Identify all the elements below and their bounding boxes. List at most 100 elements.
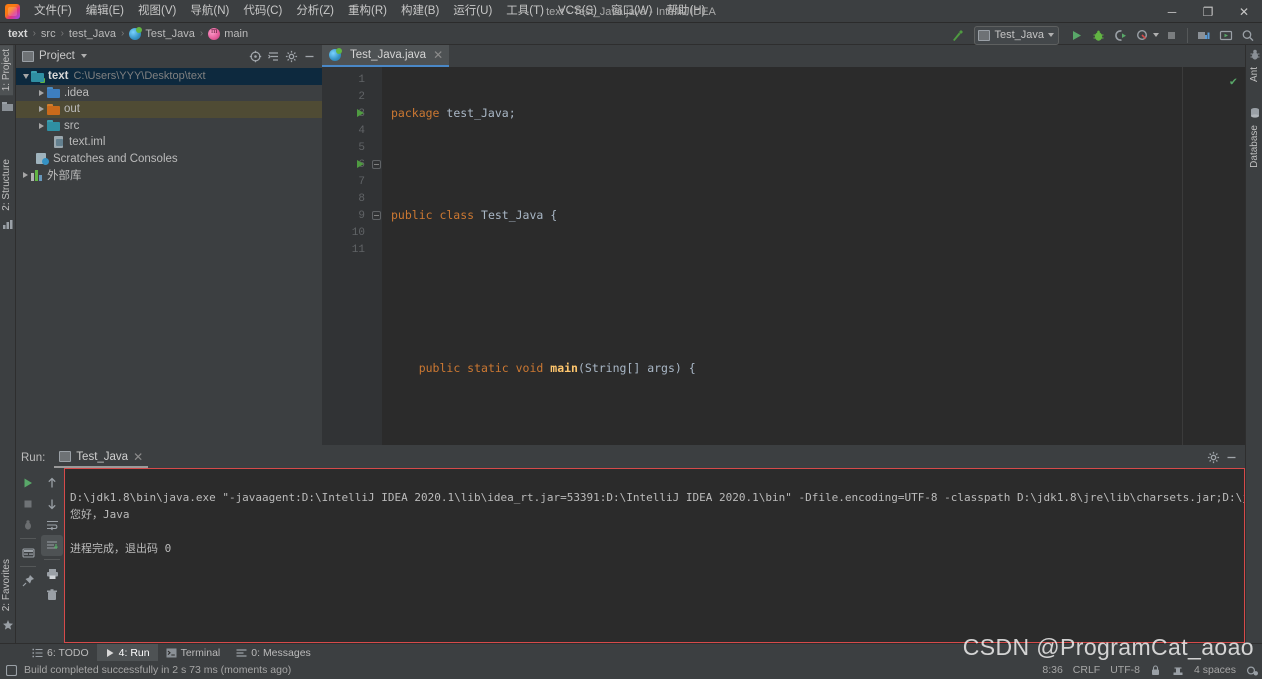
tree-node-scratches[interactable]: Scratches and Consoles	[16, 151, 322, 168]
line-separator[interactable]: CRLF	[1073, 664, 1100, 676]
menu-tools[interactable]: 工具(T)	[499, 1, 551, 22]
stop-button[interactable]	[17, 493, 39, 514]
breadcrumb-test-java-class[interactable]: Test_Java	[129, 26, 195, 40]
down-stack-trace-button[interactable]	[41, 493, 63, 514]
star-icon[interactable]	[0, 619, 16, 631]
gear-icon[interactable]	[282, 47, 300, 65]
sidebar-tab-project[interactable]: 1: Project	[0, 45, 13, 96]
menu-build[interactable]: 构建(B)	[394, 1, 446, 22]
hide-panel-button[interactable]	[300, 47, 318, 65]
rerun-button[interactable]	[17, 472, 39, 493]
run-settings-gear-icon[interactable]	[1204, 449, 1222, 467]
menu-window[interactable]: 窗口(W)	[604, 1, 660, 22]
print-button[interactable]	[41, 563, 63, 584]
file-encoding[interactable]: UTF-8	[1110, 664, 1140, 676]
editor-tab-test-java[interactable]: Test_Java.java ✕	[322, 45, 450, 67]
terminal-icon	[166, 648, 177, 658]
fold-region-end[interactable]	[371, 207, 382, 224]
bottom-tab-terminal[interactable]: Terminal	[158, 644, 229, 662]
code-editor[interactable]: 1 2 3 4 5 6 7 8 9 10 11 package test_Jav…	[322, 67, 1245, 579]
structure-icon[interactable]	[0, 219, 16, 230]
menu-view[interactable]: 视图(V)	[131, 1, 183, 22]
sidebar-tab-favorites[interactable]: 2: Favorites	[0, 555, 13, 615]
expand-arrow-right-icon[interactable]	[36, 122, 47, 129]
menu-navigate[interactable]: 导航(N)	[183, 1, 236, 22]
up-stack-trace-button[interactable]	[41, 472, 63, 493]
project-structure-button[interactable]	[1194, 25, 1214, 45]
console-horizontal-scrollbar[interactable]	[70, 631, 1220, 638]
expand-arrow-down-icon[interactable]	[20, 73, 31, 79]
rerun-failed-tests-button[interactable]	[17, 514, 39, 535]
pin-tab-button[interactable]	[17, 570, 39, 591]
menu-vcs[interactable]: VCS(S)	[551, 1, 604, 22]
right-tab-database[interactable]: Database	[1248, 121, 1261, 172]
close-icon[interactable]: ✕	[433, 48, 443, 62]
right-tab-ant[interactable]: Ant	[1248, 63, 1261, 86]
menu-analyze[interactable]: 分析(Z)	[289, 1, 341, 22]
trash-icon[interactable]	[41, 584, 63, 605]
expand-arrow-right-icon[interactable]	[36, 89, 47, 96]
caret-position[interactable]: 8:36	[1042, 664, 1062, 676]
build-project-button[interactable]	[947, 25, 967, 45]
soft-wrap-button[interactable]	[41, 514, 63, 535]
sidebar-tab-structure[interactable]: 2: Structure	[0, 155, 13, 215]
hide-run-window-button[interactable]	[1222, 449, 1240, 467]
fold-region-start[interactable]	[371, 156, 382, 173]
sidebar-module-icon[interactable]	[0, 101, 16, 112]
console-output[interactable]: D:\jdk1.8\bin\java.exe "-javaagent:D:\In…	[64, 468, 1245, 643]
presentation-mode-button[interactable]	[1216, 25, 1236, 45]
maximize-button[interactable]: ❐	[1190, 0, 1226, 23]
editor-gutter[interactable]: 1 2 3 4 5 6 7 8 9 10 11	[322, 67, 371, 445]
inspection-status-ok-icon[interactable]: ✔	[1230, 73, 1237, 90]
menu-code[interactable]: 代码(C)	[236, 1, 289, 22]
breadcrumb-test-java-package[interactable]: test_Java	[69, 28, 116, 40]
debug-button[interactable]	[1088, 25, 1108, 45]
indent-setting[interactable]: 4 spaces	[1194, 664, 1236, 676]
chevron-down-icon[interactable]	[80, 54, 87, 58]
search-everywhere-button[interactable]	[1238, 25, 1258, 45]
close-icon[interactable]: ✕	[133, 450, 143, 464]
close-button[interactable]: ✕	[1226, 0, 1262, 23]
tree-node-out[interactable]: out	[16, 101, 322, 118]
project-tree[interactable]: text C:\Users\YYY\Desktop\text .idea out…	[16, 67, 322, 445]
run-button[interactable]	[1066, 25, 1086, 45]
bottom-tab-run[interactable]: 4: Run	[96, 643, 158, 662]
database-status-icon[interactable]	[1172, 665, 1184, 676]
collapse-all-button[interactable]	[264, 47, 282, 65]
menu-refactor[interactable]: 重构(R)	[341, 1, 394, 22]
run-with-coverage-button[interactable]	[1110, 25, 1130, 45]
breadcrumb-main-method[interactable]: main	[208, 26, 248, 40]
expand-arrow-right-icon[interactable]	[36, 106, 47, 113]
profiler-button[interactable]	[1132, 25, 1152, 45]
event-log-icon[interactable]	[1246, 665, 1258, 676]
menu-file[interactable]: 文件(F)	[27, 1, 79, 22]
tree-node-text-iml[interactable]: text.iml	[16, 134, 322, 151]
menu-edit[interactable]: 编辑(E)	[79, 1, 131, 22]
breadcrumb-text[interactable]: text	[8, 28, 28, 40]
select-opened-file-button[interactable]	[246, 47, 264, 65]
lock-icon[interactable]	[1150, 664, 1162, 676]
stop-button[interactable]	[1161, 25, 1181, 45]
bottom-tab-messages[interactable]: 0: Messages	[228, 644, 319, 662]
run-class-gutter-icon[interactable]	[357, 109, 364, 117]
menu-run[interactable]: 运行(U)	[446, 1, 499, 22]
run-config-icon	[59, 451, 72, 462]
minimize-button[interactable]: ─	[1154, 0, 1190, 23]
console-output-line: 您好，Java	[70, 508, 130, 521]
run-method-gutter-icon[interactable]	[357, 160, 364, 168]
editor-fold-column[interactable]	[371, 67, 382, 445]
toggle-console-button[interactable]	[17, 542, 39, 563]
profiler-chevron-down-icon[interactable]	[1153, 33, 1159, 37]
menu-help[interactable]: 帮助(H)	[659, 1, 712, 22]
run-configuration-selector[interactable]: Test_Java	[974, 25, 1059, 45]
run-tab-test-java[interactable]: Test_Java ✕	[54, 447, 149, 468]
breadcrumb-src[interactable]: src	[41, 28, 56, 40]
tree-node-external-libraries[interactable]: 外部库	[16, 167, 322, 184]
code-text-area[interactable]: package test_Java; public class Test_Jav…	[382, 67, 1245, 579]
bottom-tab-todo[interactable]: 6: TODO	[24, 644, 97, 662]
tree-node-text[interactable]: text C:\Users\YYY\Desktop\text	[16, 68, 322, 85]
expand-arrow-right-icon[interactable]	[20, 172, 31, 179]
scroll-to-end-button[interactable]	[41, 535, 63, 556]
tree-node-src[interactable]: src	[16, 118, 322, 135]
tree-node-idea[interactable]: .idea	[16, 85, 322, 102]
